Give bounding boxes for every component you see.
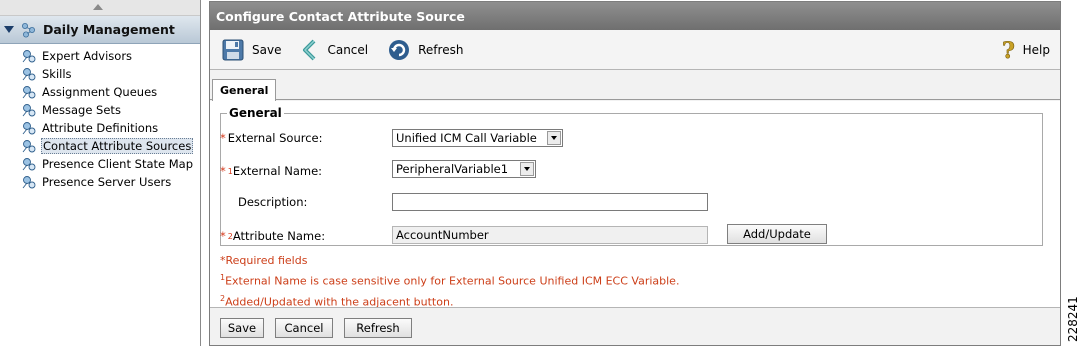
tab-strip: General xyxy=(210,70,1060,101)
nav-section-title: Daily Management xyxy=(43,22,175,37)
toolbar-refresh-label: Refresh xyxy=(418,42,464,57)
footer-cancel-button[interactable]: Cancel xyxy=(275,318,333,338)
nav-section-header[interactable]: Daily Management xyxy=(0,16,200,44)
nav-item-label: Attribute Definitions xyxy=(42,121,159,135)
group-title: General xyxy=(229,106,282,120)
nav-item-label: Assignment Queues xyxy=(42,85,158,99)
toolbar-save-label: Save xyxy=(252,42,282,57)
toolbar-cancel-label: Cancel xyxy=(327,42,369,57)
refresh-icon xyxy=(389,39,410,60)
page-title: Configure Contact Attribute Source xyxy=(210,2,1060,30)
external-source-label: External Source: xyxy=(227,131,323,145)
form-notes: *Required fields 1External Name is case … xyxy=(220,252,679,310)
question-mark-icon: ? xyxy=(1001,38,1015,62)
toolbar-cancel-button[interactable]: Cancel xyxy=(301,39,368,61)
nav-item-contact-attribute-sources[interactable]: Contact Attribute Sources xyxy=(0,137,200,155)
required-fields-text: Required fields xyxy=(225,254,308,267)
collapse-up-icon xyxy=(93,4,103,10)
attribute-name-row: * 2 Attribute Name: xyxy=(220,229,325,243)
footnote-1-text: External Name is case sensitive only for… xyxy=(225,274,680,288)
attribute-name-label: Attribute Name: xyxy=(232,229,326,243)
nav-item-label: Contact Attribute Sources xyxy=(41,138,194,154)
description-field[interactable] xyxy=(392,193,708,211)
footer-save-button[interactable]: Save xyxy=(220,318,264,338)
external-source-value: Unified ICM Call Variable xyxy=(396,131,537,145)
nav-item-attribute-definitions[interactable]: Attribute Definitions xyxy=(0,119,200,137)
nav-item-presence-server-users[interactable]: Presence Server Users xyxy=(0,173,200,191)
toolbar-refresh-button[interactable]: Refresh xyxy=(388,39,463,61)
nav-item-label: Presence Client State Map xyxy=(42,157,194,171)
left-navigation: Daily Management Expert Advisors Skills … xyxy=(0,0,201,346)
nav-item-list: Expert Advisors Skills Assignment Queues… xyxy=(0,44,200,191)
main-panel: Configure Contact Attribute Source Save … xyxy=(209,1,1061,346)
nav-item-message-sets[interactable]: Message Sets xyxy=(0,101,200,119)
help-button[interactable]: ? Help xyxy=(1001,38,1050,62)
nav-item-assignment-queues[interactable]: Assignment Queues xyxy=(0,83,200,101)
figure-code-text: 228241 xyxy=(1066,296,1080,342)
footer-button-bar: Save Cancel Refresh xyxy=(210,307,1060,345)
external-name-value: PeripheralVariable1 xyxy=(396,162,509,176)
required-marker: * xyxy=(220,229,226,243)
node-icon xyxy=(22,86,36,99)
node-icon xyxy=(22,176,36,189)
nav-item-skills[interactable]: Skills xyxy=(0,65,200,83)
node-icon xyxy=(22,68,36,81)
figure-code: 228241 xyxy=(1066,294,1080,342)
nav-item-label: Message Sets xyxy=(42,103,121,117)
dropdown-arrow-icon xyxy=(547,131,561,145)
nav-item-label: Presence Server Users xyxy=(42,175,172,189)
tab-general[interactable]: General xyxy=(212,79,277,101)
expand-caret-icon[interactable] xyxy=(4,26,14,33)
footnote-1: 1External Name is case sensitive only fo… xyxy=(220,269,679,290)
tab-content: General * External Source: Unified ICM C… xyxy=(210,101,1060,310)
general-group: General xyxy=(220,106,1043,246)
external-source-row: * External Source: xyxy=(220,131,323,145)
add-update-button[interactable]: Add/Update xyxy=(727,224,827,244)
description-row: Description: xyxy=(238,195,307,209)
required-marker: * xyxy=(220,164,226,178)
external-name-select[interactable]: PeripheralVariable1 xyxy=(392,160,536,178)
footer-refresh-button[interactable]: Refresh xyxy=(344,318,412,338)
floppy-disk-icon xyxy=(222,39,244,60)
node-icon xyxy=(22,158,36,171)
toolbar-save-button[interactable]: Save xyxy=(222,39,281,61)
nav-item-label: Skills xyxy=(42,67,72,81)
node-icon xyxy=(22,140,36,153)
external-source-select[interactable]: Unified ICM Call Variable xyxy=(392,129,563,147)
required-marker: * xyxy=(220,131,226,145)
attribute-name-field[interactable] xyxy=(392,226,708,244)
nav-item-expert-advisors[interactable]: Expert Advisors xyxy=(0,47,200,65)
node-icon xyxy=(22,50,36,63)
nav-item-label: Expert Advisors xyxy=(42,49,133,63)
required-fields-note: *Required fields xyxy=(220,252,679,269)
description-label: Description: xyxy=(238,195,308,209)
external-name-label: External Name: xyxy=(232,164,323,178)
network-tree-icon xyxy=(22,22,35,37)
svg-text:?: ? xyxy=(1002,38,1015,62)
collapse-nav-button[interactable] xyxy=(0,0,200,16)
external-name-row: * 1 External Name: xyxy=(220,164,322,178)
dropdown-arrow-icon xyxy=(520,162,534,176)
nav-item-presence-client-state-map[interactable]: Presence Client State Map xyxy=(0,155,200,173)
toolbar: Save Cancel Refresh ? Help xyxy=(210,30,1060,70)
help-label: Help xyxy=(1022,43,1050,57)
node-icon xyxy=(22,122,36,135)
back-arrow-icon xyxy=(303,39,316,60)
node-icon xyxy=(22,104,36,117)
